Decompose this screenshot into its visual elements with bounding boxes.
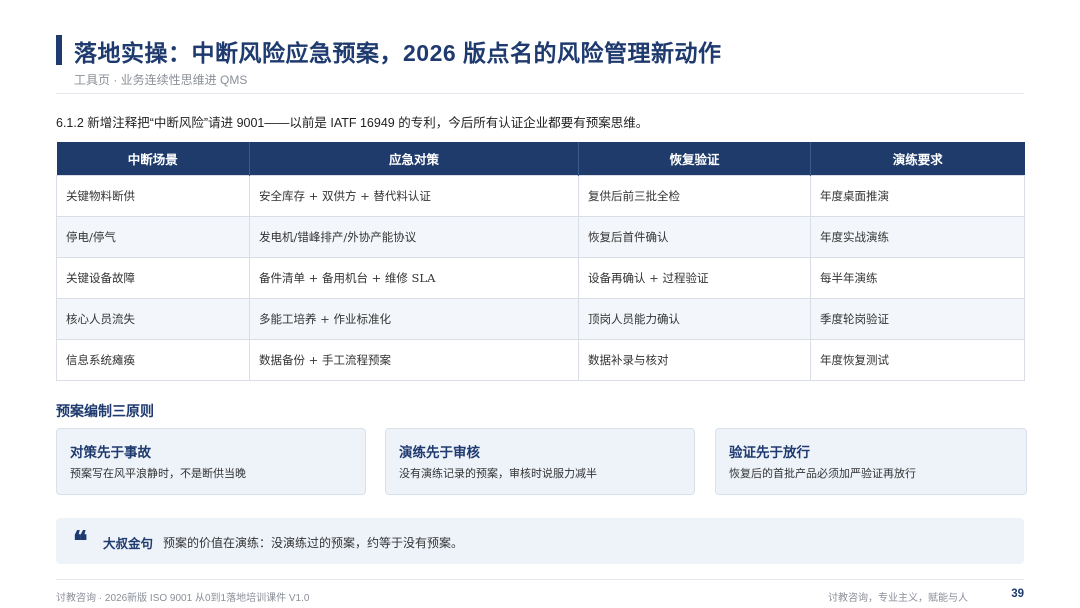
quote-label: 大叔金句: [103, 537, 154, 551]
page-number: 39: [1011, 588, 1024, 600]
table-row: 信息系统瘫痪 数据备份 + 手工流程预案 数据补录与核对 年度恢复测试: [56, 339, 1025, 381]
principle-title: 验证先于放行: [729, 445, 810, 460]
principles-heading: 预案编制三原则: [56, 403, 154, 419]
table-cell: 多能工培养 + 作业标准化: [249, 298, 579, 340]
principle-desc: 恢复后的首批产品必须加严验证再放行: [729, 468, 916, 480]
principle-title: 对策先于事故: [70, 445, 151, 460]
quote-text: 预案的价值在演练：没演练过的预案，约等于没有预案。: [163, 536, 464, 550]
table-cell: 数据备份 + 手工流程预案: [249, 339, 579, 381]
table-row: 关键设备故障 备件清单 + 备用机台 + 维修 SLA 设备再确认 + 过程验证…: [56, 257, 1025, 299]
table-cell: 年度恢复测试: [810, 339, 1025, 381]
table-row: 关键物料断供 安全库存 + 双供方 + 替代料认证 复供后前三批全检 年度桌面推…: [56, 175, 1025, 217]
table-cell: 每半年演练: [810, 257, 1025, 299]
principle-desc: 预案写在风平浪静时，不是断供当晚: [70, 468, 246, 480]
page-subtitle: 工具页 · 业务连续性思维进 QMS: [74, 73, 248, 87]
header-divider: [56, 93, 1024, 94]
table-cell: 关键物料断供: [56, 175, 250, 217]
footer-left-text: 讨教咨询 · 2026新版 ISO 9001 从0到1落地培训课件 V1.0: [56, 593, 310, 604]
table-cell: 年度实战演练: [810, 216, 1025, 258]
table-cell: 安全库存 + 双供方 + 替代料认证: [249, 175, 579, 217]
column-header: 中断场景: [56, 142, 250, 176]
table-cell: 发电机/错峰排产/外协产能协议: [249, 216, 579, 258]
title-accent-bar: [56, 35, 62, 65]
contingency-table: 中断场景 应急对策 恢复验证 演练要求 关键物料断供 安全库存 + 双供方 + …: [56, 142, 1025, 381]
column-header: 演练要求: [810, 142, 1025, 176]
table-cell: 核心人员流失: [56, 298, 250, 340]
quote-icon: ❝: [73, 526, 88, 557]
principle-title: 演练先于审核: [399, 445, 480, 460]
table-cell: 顶岗人员能力确认: [578, 298, 811, 340]
table-cell: 关键设备故障: [56, 257, 250, 299]
intro-text: 6.1.2 新增注释把“中断风险”请进 9001——以前是 IATF 16949…: [56, 116, 649, 130]
principle-card: 演练先于审核 没有演练记录的预案，审核时说服力减半: [385, 428, 695, 495]
page-title: 落地实操：中断风险应急预案，2026 版点名的风险管理新动作: [74, 40, 722, 66]
table-cell: 设备再确认 + 过程验证: [578, 257, 811, 299]
footer-divider: [56, 579, 1024, 580]
quote-box: ❝ 大叔金句 预案的价值在演练：没演练过的预案，约等于没有预案。: [56, 518, 1024, 564]
table-cell: 备件清单 + 备用机台 + 维修 SLA: [249, 257, 579, 299]
table-cell: 停电/停气: [56, 216, 250, 258]
table-row: 核心人员流失 多能工培养 + 作业标准化 顶岗人员能力确认 季度轮岗验证: [56, 298, 1025, 340]
table-cell: 复供后前三批全检: [578, 175, 811, 217]
table-row: 停电/停气 发电机/错峰排产/外协产能协议 恢复后首件确认 年度实战演练: [56, 216, 1025, 258]
table-cell: 数据补录与核对: [578, 339, 811, 381]
principle-desc: 没有演练记录的预案，审核时说服力减半: [399, 468, 597, 480]
footer-slogan: 讨教咨询，专业主义，赋能与人: [828, 593, 968, 604]
principle-card: 验证先于放行 恢复后的首批产品必须加严验证再放行: [715, 428, 1027, 495]
column-header: 恢复验证: [578, 142, 811, 176]
principle-card: 对策先于事故 预案写在风平浪静时，不是断供当晚: [56, 428, 366, 495]
table-cell: 恢复后首件确认: [578, 216, 811, 258]
table-cell: 季度轮岗验证: [810, 298, 1025, 340]
column-header: 应急对策: [249, 142, 579, 176]
table-header-row: 中断场景 应急对策 恢复验证 演练要求: [56, 142, 1025, 176]
table-cell: 年度桌面推演: [810, 175, 1025, 217]
table-cell: 信息系统瘫痪: [56, 339, 250, 381]
